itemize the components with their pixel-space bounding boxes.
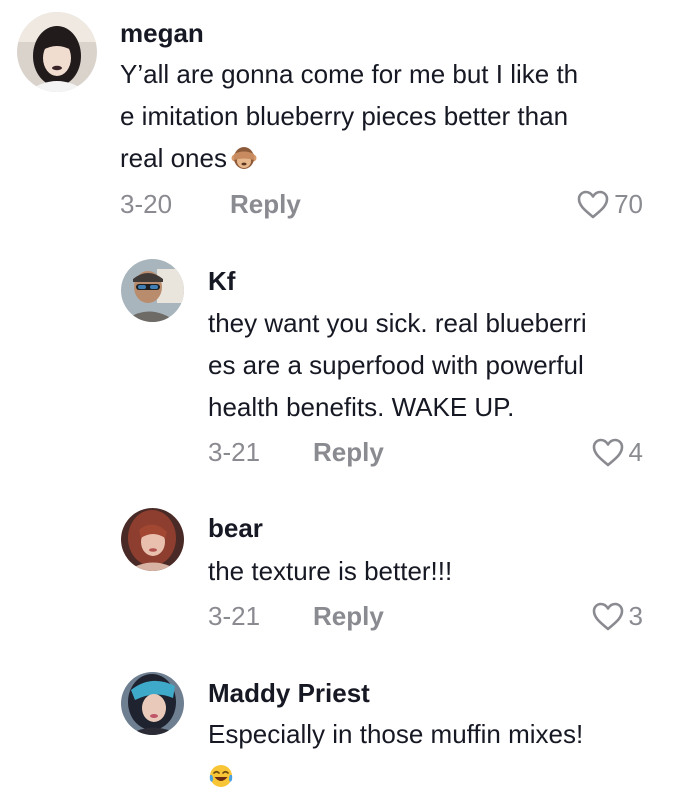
comment-text-line-content: real ones: [120, 143, 227, 173]
comment-text: Y’all are gonna come for me but I like t…: [120, 53, 578, 183]
comment-username[interactable]: megan: [120, 17, 204, 49]
heart-icon: [592, 438, 623, 467]
comment-text-line: [208, 755, 583, 801]
comment-date: 3-21: [208, 601, 261, 631]
comment-text-line: real ones: [120, 137, 578, 183]
avatar-maddy-priest[interactable]: [121, 672, 184, 735]
like-button[interactable]: 3: [591, 600, 643, 632]
like-count: 4: [628, 437, 643, 467]
comment-text: they want you sick. real blueberri es ar…: [208, 302, 587, 428]
reply-button[interactable]: Reply: [230, 188, 301, 220]
comment-text: the texture is better!!!: [208, 550, 452, 592]
comment-username[interactable]: Maddy Priest: [208, 677, 370, 709]
comment-text-line: e imitation blueberry pieces better than: [120, 95, 578, 137]
face-with-tears-of-joy-icon: [208, 759, 234, 801]
comment-username[interactable]: bear: [208, 512, 263, 544]
comment-text-line: they want you sick. real blueberri: [208, 308, 587, 338]
see-no-evil-monkey-icon: [231, 141, 257, 183]
avatar-kf[interactable]: [121, 259, 184, 322]
comment-text-line: Y’all are gonna come for me but I like t…: [120, 59, 579, 89]
heart-icon: [577, 190, 609, 219]
heart-icon: [592, 602, 623, 631]
comment-text-line: health benefits. WAKE UP.: [208, 392, 515, 422]
avatar-bear[interactable]: [121, 508, 184, 571]
avatar-megan[interactable]: [17, 12, 97, 92]
reply-button[interactable]: Reply: [313, 600, 384, 632]
like-count: 70: [614, 189, 643, 219]
like-button[interactable]: 70: [576, 188, 643, 220]
comment-date: 3-21: [208, 437, 261, 467]
comment-text-line: the texture is better!!!: [208, 556, 453, 586]
comment-text-line: es are a superfood with powerful: [208, 350, 584, 380]
comment-username[interactable]: Kf: [208, 265, 235, 297]
comment-text-line: Especially in those muffin mixes!: [208, 719, 584, 749]
like-button[interactable]: 4: [591, 436, 643, 468]
comment-text: Especially in those muffin mixes!: [208, 713, 583, 801]
comment-text-line-content: e imitation blueberry pieces better than: [120, 101, 569, 131]
reply-button[interactable]: Reply: [313, 436, 384, 468]
comment-date: 3-20: [120, 189, 173, 219]
like-count: 3: [628, 601, 643, 631]
